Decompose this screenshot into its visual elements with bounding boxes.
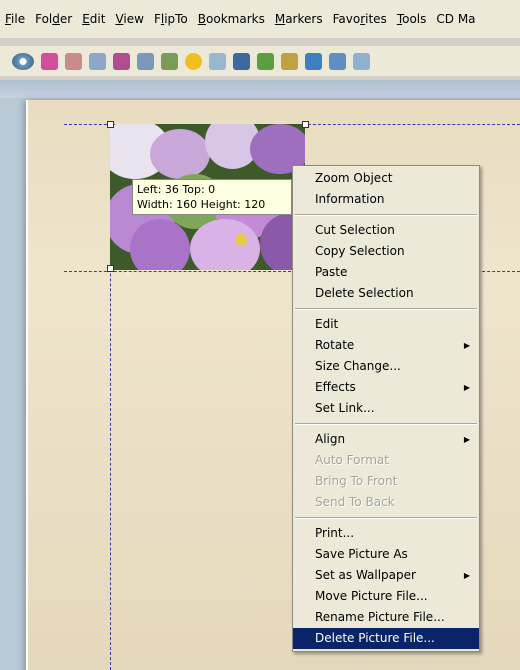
resize-handle-bottom-left[interactable] [107, 265, 114, 272]
tooltip-size: Width: 160 Height: 120 [137, 198, 266, 211]
submenu-arrow-icon: ▶ [463, 571, 470, 580]
menu-item-label: Delete Picture File... [315, 631, 435, 645]
menu-separator [295, 214, 477, 216]
menu-separator [295, 308, 477, 310]
tag-icon[interactable] [257, 52, 274, 70]
extra-icon[interactable] [353, 52, 370, 70]
doc-icon[interactable] [161, 52, 178, 70]
menu-item-zoom-object[interactable]: Zoom Object [293, 168, 479, 189]
menu-item-label: Auto Format [315, 453, 389, 467]
menu-item-label: Information [315, 192, 385, 206]
menu-item-label: Effects [315, 380, 356, 394]
position-tooltip: Left: 36 Top: 0 Width: 160 Height: 120 [132, 179, 292, 215]
menu-item-label: Save Picture As [315, 547, 408, 561]
tooltip-position: Left: 36 Top: 0 [137, 183, 216, 196]
menu-item-label: Size Change... [315, 359, 401, 373]
menu-item[interactable]: Tools [392, 12, 432, 26]
pink-page-icon[interactable] [41, 52, 58, 70]
menu-item-save-picture-as[interactable]: Save Picture As [293, 544, 479, 565]
menu-item-label: Align [315, 432, 346, 446]
menu-item[interactable]: Favorites [328, 12, 392, 26]
menu-bar: File Folder Edit View FlipTo Bookmarks Markers… [0, 0, 520, 38]
menu-item-set-link[interactable]: Set Link... [293, 398, 479, 419]
export-icon[interactable] [113, 52, 130, 70]
menu-item-label: Copy Selection [315, 244, 405, 258]
play-icon[interactable] [305, 52, 322, 70]
menu-item-label: Set as Wallpaper [315, 568, 416, 582]
menu-item-rename-picture-file[interactable]: Rename Picture File... [293, 607, 479, 628]
resize-handle-top-left[interactable] [107, 121, 114, 128]
submenu-arrow-icon: ▶ [463, 383, 470, 392]
menu-item-label: Edit [315, 317, 339, 331]
menu-item[interactable]: Markers [270, 12, 328, 26]
menu-item[interactable]: File [0, 12, 30, 26]
submenu-arrow-icon: ▶ [463, 341, 470, 350]
menu-item-label: Move Picture File... [315, 589, 428, 603]
menu-item[interactable]: Bookmarks [193, 12, 270, 26]
pen-icon[interactable] [209, 52, 226, 70]
menu-item[interactable]: FlipTo [149, 12, 193, 26]
image-icon[interactable] [281, 52, 298, 70]
submenu-arrow-icon: ▶ [463, 435, 470, 444]
menu-item-label: Rename Picture File... [315, 610, 445, 624]
menu-item[interactable]: Folder [30, 12, 77, 26]
menu-item-move-picture-file[interactable]: Move Picture File... [293, 586, 479, 607]
menu-item-label: Send To Back [315, 495, 395, 509]
book-icon[interactable] [65, 52, 82, 70]
toolbar [0, 46, 520, 76]
menu-item[interactable]: CD Ma [431, 12, 480, 26]
menu-item-size-change[interactable]: Size Change... [293, 356, 479, 377]
menu-item-copy-selection[interactable]: Copy Selection [293, 241, 479, 262]
menu-separator [295, 423, 477, 425]
menu-item-set-as-wallpaper[interactable]: Set as Wallpaper ▶ [293, 565, 479, 586]
menu-item[interactable]: Edit [77, 12, 110, 26]
menu-item-bring-to-front: Bring To Front [293, 471, 479, 492]
menu-item-paste[interactable]: Paste [293, 262, 479, 283]
menu-separator [295, 517, 477, 519]
menu-item-cut-selection[interactable]: Cut Selection [293, 220, 479, 241]
add-icon[interactable] [185, 52, 202, 70]
menu-item-print[interactable]: Print... [293, 523, 479, 544]
menu-item-rotate[interactable]: Rotate ▶ [293, 335, 479, 356]
menu-item-label: Cut Selection [315, 223, 395, 237]
menu-item-send-to-back: Send To Back [293, 492, 479, 513]
menu-item-auto-format: Auto Format [293, 450, 479, 471]
menu-item-label: Rotate [315, 338, 355, 352]
resize-handle-top-right[interactable] [302, 121, 309, 128]
menu-item-edit[interactable]: Edit [293, 314, 479, 335]
menu-item-effects[interactable]: Effects ▶ [293, 377, 479, 398]
eye-icon[interactable] [12, 52, 34, 70]
frame-icon[interactable] [329, 52, 346, 70]
menu-item-label: Delete Selection [315, 286, 414, 300]
menu-item-information[interactable]: Information [293, 189, 479, 210]
split-icon[interactable] [233, 52, 250, 70]
menu-item-label: Bring To Front [315, 474, 398, 488]
page-icon[interactable] [89, 52, 106, 70]
menu-item-label: Print... [315, 526, 355, 540]
menu-item-align[interactable]: Align ▶ [293, 429, 479, 450]
menu-item[interactable]: View [110, 12, 148, 26]
columns-icon[interactable] [137, 52, 154, 70]
menu-item-delete-picture-file[interactable]: Delete Picture File... [293, 628, 479, 649]
menu-item-label: Zoom Object [315, 171, 393, 185]
context-menu: Zoom Object Information Cut Selection Copy … [292, 165, 480, 652]
menu-item-label: Set Link... [315, 401, 375, 415]
menu-item-label: Paste [315, 265, 348, 279]
menu-item-delete-selection[interactable]: Delete Selection [293, 283, 479, 304]
